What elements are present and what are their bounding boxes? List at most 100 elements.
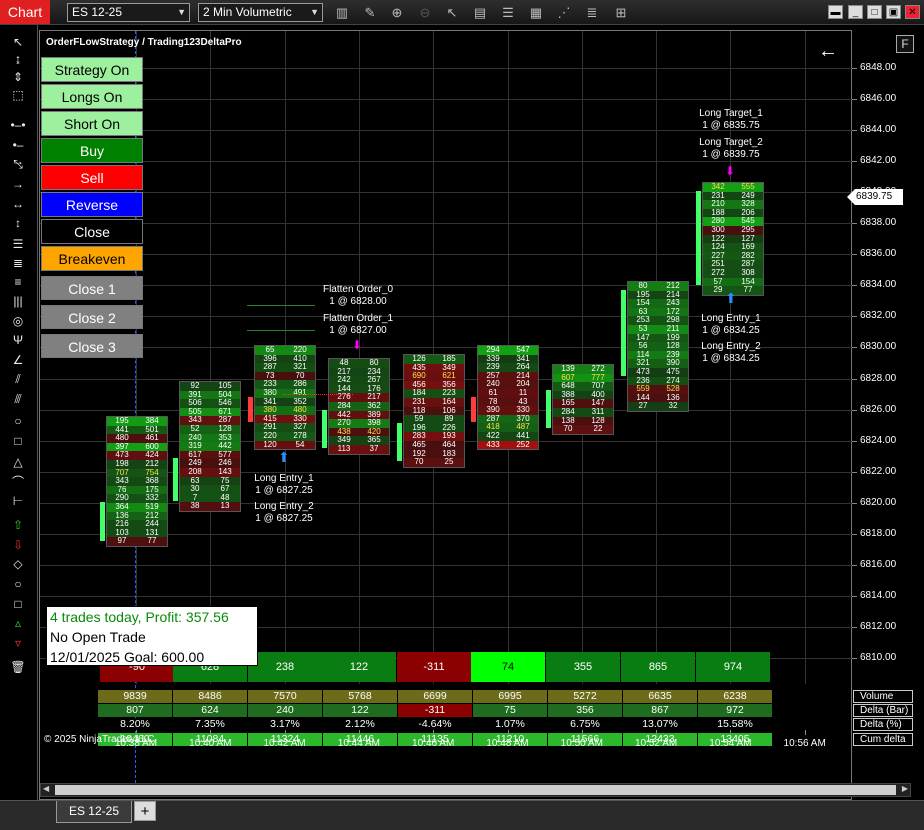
fib-time-icon[interactable]: ||| [8,293,28,309]
gann-fan-icon[interactable]: ∠ [8,352,28,368]
ellipse-tool-icon[interactable]: ○ [8,413,28,429]
dot-icon[interactable]: ○ [8,576,28,592]
chart-f-button[interactable]: F [896,35,914,53]
price-tick [852,161,857,163]
grid-icon[interactable]: ⊞ [612,4,630,21]
longs-on-button[interactable]: Longs On [41,84,143,109]
stats-cell-volume: 5768 [323,690,397,703]
chart-trader-icon[interactable]: ≣ [583,4,601,21]
breakeven-button[interactable]: Breakeven [41,246,143,271]
arc-tool-icon[interactable]: ⌒ [8,474,28,490]
fib-extension-icon[interactable]: ≡ [8,274,28,290]
square-icon[interactable]: □ [8,596,28,612]
rectangle-tool-icon[interactable]: □ [8,433,28,449]
pointer-tool-icon[interactable]: ↖ [8,34,28,50]
bottom-tab-bar: ES 12-25 + [0,800,924,830]
bar-delta-box: 238 [248,652,322,682]
candle-body [322,409,327,449]
minimize-icon[interactable]: _ [848,5,863,19]
price-tick-label: 6824.00 [860,434,897,446]
close-button[interactable]: Close [41,219,143,244]
stats-cell-delta-bar: 624 [173,704,247,717]
annotation-title: Long Target_1 [699,108,763,119]
close-2-button[interactable]: Close 2 [41,305,143,329]
fib-circle-icon[interactable]: ◎ [8,313,28,329]
move-tool-icon[interactable]: ↨ [8,51,28,67]
scroll-left-icon[interactable]: ◀ [43,784,49,793]
price-tick [852,502,857,504]
ruler-tool-icon[interactable]: ⇕ [8,69,28,85]
triangle-up-icon[interactable]: ▵ [8,615,28,631]
trend-channel-icon[interactable]: ⫻ [8,391,28,407]
arrow-up-icon[interactable]: ⇧ [8,517,28,533]
stats-cell-delta-bar: 75 [473,704,547,717]
chart-tab[interactable]: Chart [0,0,50,24]
candle-body [248,396,253,423]
fib-retracement-icon[interactable]: ≣ [8,255,28,271]
scrollbar-thumb[interactable] [55,785,896,795]
stats-cell-delta-pct: 15.58% [698,718,772,731]
triangle-tool-icon[interactable]: △ [8,454,28,470]
close-icon[interactable]: ✕ [905,5,920,19]
bars-type-icon[interactable]: ▥ [333,4,351,21]
strategies-icon[interactable]: ⋰ [555,4,573,21]
indicators-icon[interactable]: ▦ [527,4,545,21]
stats-row-label: Delta (%) [853,718,913,731]
arrow-down-icon[interactable]: ⇩ [8,537,28,553]
horizontal-scrollbar[interactable]: ◀ ▶ [40,783,911,797]
back-arrow-icon[interactable]: ← [818,41,838,61]
triangle-down-icon[interactable]: ▿ [8,635,28,651]
price-tick-label: 6832.00 [860,310,897,322]
chevron-down-icon: ▼ [177,7,186,17]
zoom-out-icon[interactable]: ⊖ [416,4,434,21]
interval-selector[interactable]: 2 Min Volumetric ▼ [198,3,323,22]
instrument-tab[interactable]: ES 12-25 [56,801,132,823]
restore-icon[interactable]: □ [867,5,882,19]
time-tick [433,730,435,735]
price-tick [852,471,857,473]
diagonal-line-icon[interactable]: ⤡ [8,156,28,172]
horizontal-lines-icon[interactable]: ☰ [8,236,28,252]
price-tick [852,285,857,287]
arrow-line-icon[interactable]: → [8,176,28,192]
time-tick-label: 10:46 AM [412,738,455,749]
time-tick [284,730,286,735]
open-trade-text: No Open Trade [50,629,146,645]
bar-delta-box: 355 [546,652,620,682]
instrument-selector[interactable]: ES 12-25 ▼ [67,3,190,22]
maximize-icon[interactable]: ▣ [886,5,901,19]
zoom-in-icon[interactable]: ⊕ [388,4,406,21]
pointer-icon[interactable]: ↖ [443,4,461,21]
properties-icon[interactable]: ☰ [499,4,517,21]
stats-row-label: Cum delta [853,733,913,746]
short-on-button[interactable]: Short On [41,111,143,136]
data-box-icon[interactable]: ▤ [471,4,489,21]
andrews-pitchfork-icon[interactable]: Ψ [8,332,28,348]
stats-cell-delta-bar: 972 [698,704,772,717]
scroll-right-icon[interactable]: ▶ [902,784,908,793]
flatten-order-1-label: Flatten Order_1 1 @ 6827.00 [316,313,400,337]
buy-button[interactable]: Buy [41,138,143,163]
trades-profit-text: 4 trades today, Profit: 357.56 [50,609,229,625]
regression-channel-icon[interactable]: ⫽ [8,371,28,387]
line-tool-icon[interactable]: •–• [8,117,28,133]
ask-volume-cell: 25 [434,458,464,467]
window-menu-icon[interactable]: ▬ [828,5,843,19]
region-tool-icon[interactable]: ⬚ [8,87,28,103]
vertical-line-icon[interactable]: ↕ [8,215,28,231]
pencil-icon[interactable]: ✎ [361,4,379,21]
diamond-icon[interactable]: ◇ [8,556,28,572]
stats-cell-delta-bar: 240 [248,704,322,717]
annotation-title: Flatten Order_0 [322,284,394,295]
strategy-on-button[interactable]: Strategy On [41,57,143,82]
add-tab-icon[interactable]: + [134,801,156,821]
close-3-button[interactable]: Close 3 [41,334,143,358]
text-tool-icon[interactable]: ⊢ [8,493,28,509]
ray-tool-icon[interactable]: •–→ [8,137,28,168]
chevron-down-icon: ▼ [310,7,319,17]
extended-line-icon[interactable]: ↔ [8,196,28,212]
reverse-button[interactable]: Reverse [41,192,143,217]
close-1-button[interactable]: Close 1 [41,276,143,300]
sell-button[interactable]: Sell [41,165,143,190]
trash-icon[interactable]: 🗑 [8,659,28,675]
